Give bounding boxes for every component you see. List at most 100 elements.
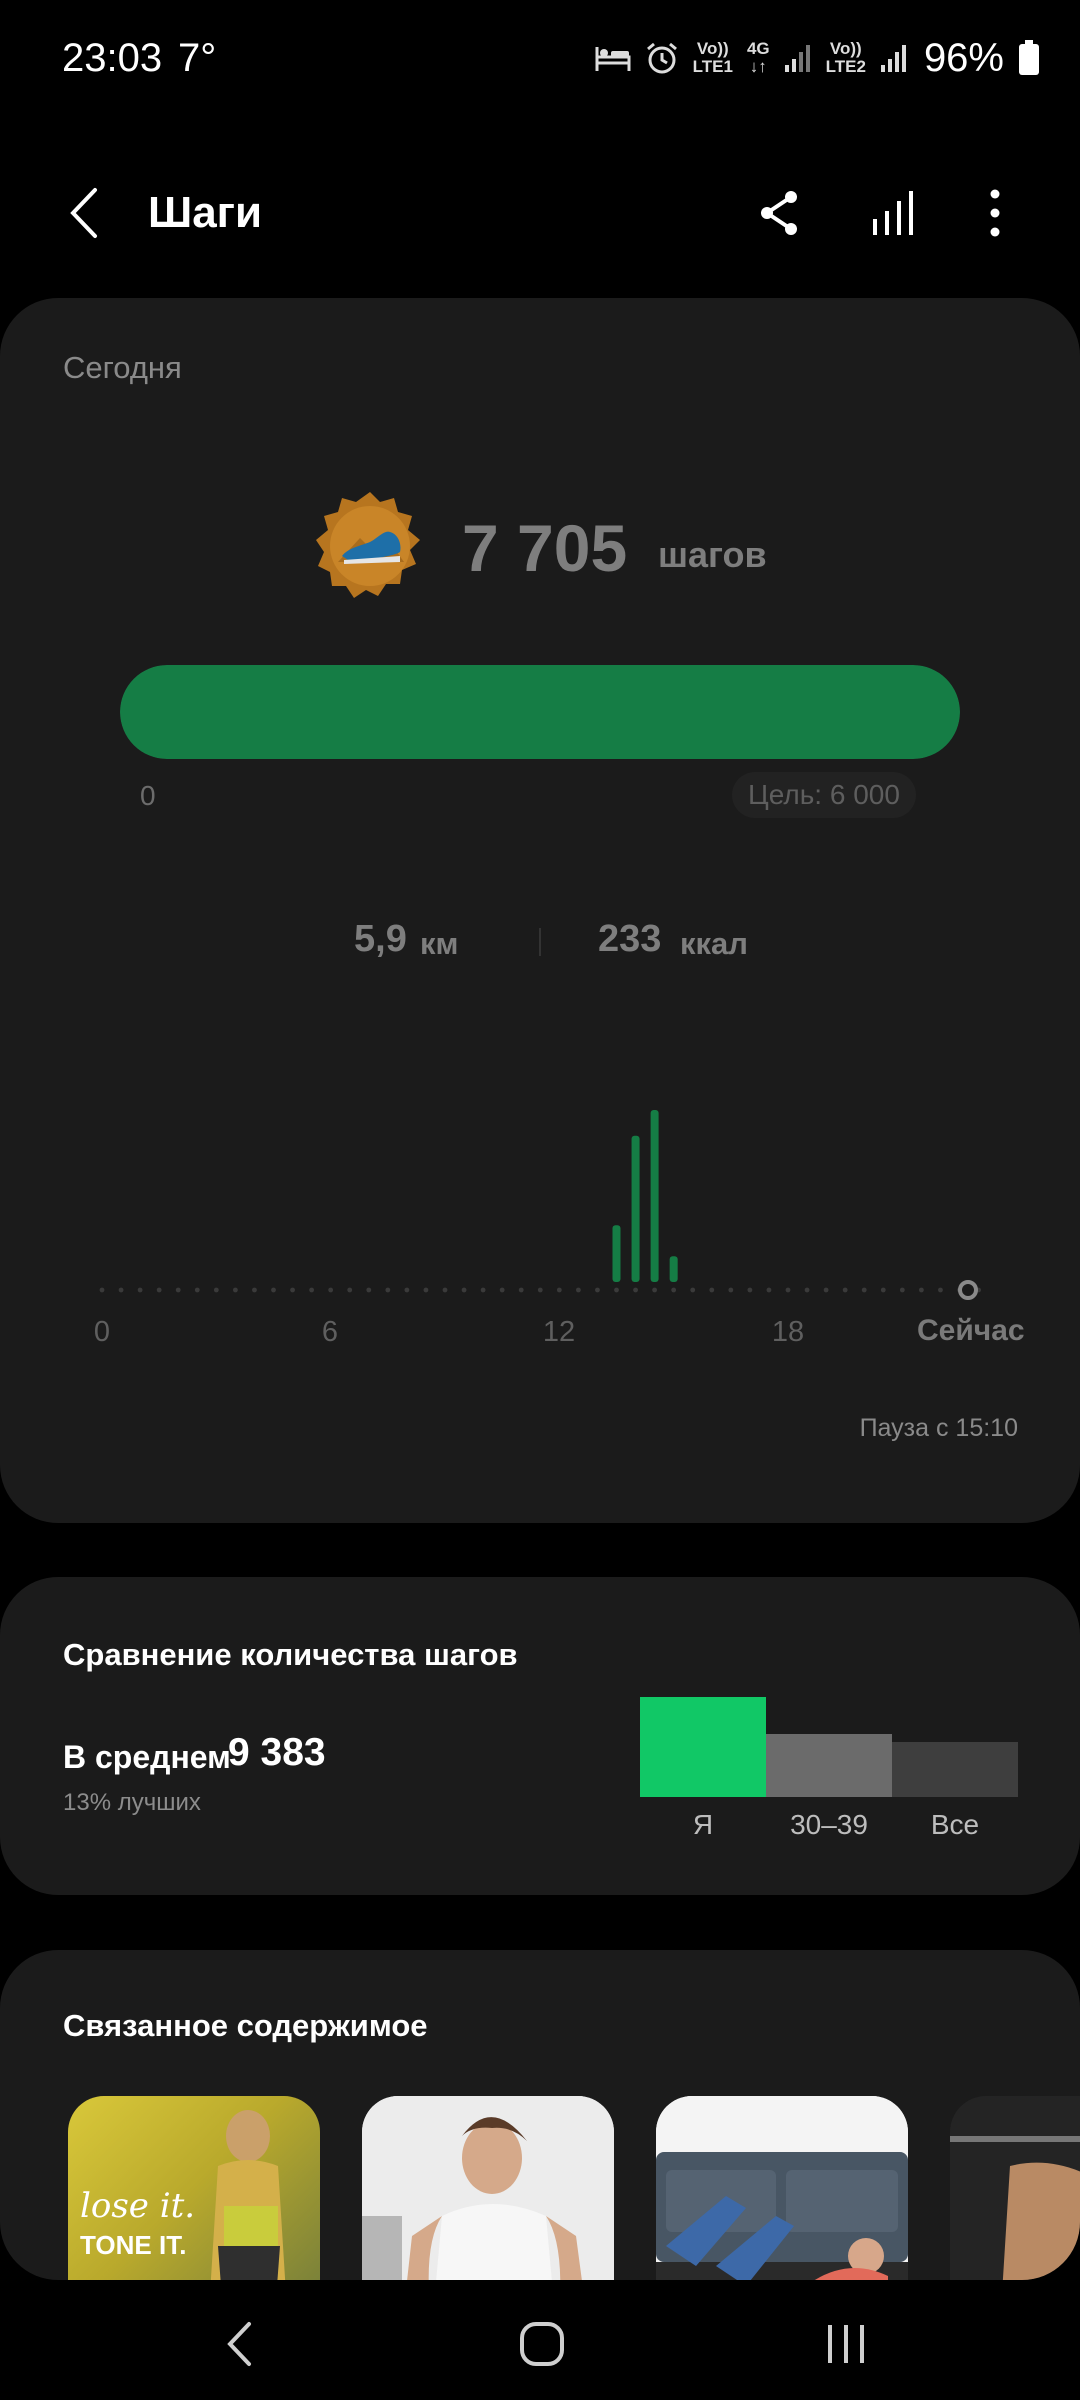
chart-bar <box>612 1225 621 1282</box>
chart-tick-label: 0 <box>93 1316 111 1348</box>
related-thumbnail-3[interactable] <box>656 2096 908 2280</box>
more-vert-icon <box>990 189 1000 237</box>
related-thumbnail-1[interactable]: lose it. TONE IT. <box>68 2096 320 2280</box>
share-button[interactable] <box>744 178 814 248</box>
chart-bar <box>631 1135 640 1282</box>
chart-baseline-dot <box>766 1287 772 1293</box>
chart-baseline-dot <box>690 1287 696 1293</box>
comparison-bar <box>640 1697 766 1797</box>
distance-unit: км <box>420 926 459 961</box>
chart-baseline-dot <box>232 1287 238 1293</box>
chart-baseline-dot <box>556 1287 562 1293</box>
chart-baseline-dot <box>290 1287 295 1293</box>
chart-baseline-dot <box>842 1287 848 1293</box>
chart-baseline-dot <box>252 1287 257 1293</box>
comparison-bar <box>766 1734 892 1797</box>
average-label: В среднем <box>63 1739 231 1775</box>
nav-home-icon <box>520 2322 564 2366</box>
comparison-bars: Я 30–39 Все <box>640 1577 1020 1895</box>
volte-sim2-indicator: Vo)) LTE2 <box>825 39 866 76</box>
back-icon <box>70 188 97 238</box>
chart-baseline-dot <box>918 1287 924 1293</box>
back-button[interactable] <box>50 178 120 248</box>
related-content-card: Связанное содержимое lose it. TONE IT. <box>0 1950 1080 2280</box>
average-value: 9 383 <box>228 1731 326 1774</box>
signal-sim1-icon <box>784 34 812 82</box>
chart-baseline-dot <box>671 1287 677 1293</box>
comparison-title: Сравнение количества шагов <box>63 1637 518 1672</box>
chart-baseline-dot <box>213 1287 219 1293</box>
nav-recents-icon <box>828 2325 864 2363</box>
chart-baseline-dot <box>366 1287 372 1293</box>
calories-value: 233 <box>598 918 662 960</box>
steps-comparison-card[interactable]: Сравнение количества шагов В среднем 9 3… <box>0 1577 1080 1895</box>
chart-baseline-dot <box>271 1287 276 1293</box>
chart-baseline-dot <box>423 1287 429 1293</box>
4g-indicator: 4G ↓↑ <box>746 39 770 76</box>
chart-baseline-dot <box>823 1287 829 1293</box>
workout-photo-4 <box>950 2096 1080 2280</box>
data-arrows-icon: ↓↑ <box>749 57 767 76</box>
distance-value: 5,9 <box>354 918 407 960</box>
today-card[interactable]: Сегодня 7 705 шагов 0 Цель: 6 000 5,9 км… <box>0 298 1080 1523</box>
chart-tick-label: 12 <box>542 1316 576 1348</box>
comparison-bar <box>892 1742 1018 1797</box>
chart-now-marker <box>958 1280 978 1300</box>
chart-baseline-dot <box>194 1287 200 1293</box>
chart-baseline-dot <box>480 1287 486 1293</box>
signal-sim2-icon <box>880 34 908 82</box>
sleep-icon <box>595 34 631 82</box>
share-icon <box>761 191 797 235</box>
nav-back-button[interactable] <box>200 2304 280 2384</box>
chart-baseline-dot <box>709 1287 715 1293</box>
chart-baseline-dot <box>614 1287 619 1293</box>
better-than-label: 13% лучших <box>63 1789 201 1816</box>
chart-baseline-dot <box>938 1287 943 1293</box>
more-options-button[interactable] <box>960 178 1030 248</box>
workout-photo-3 <box>656 2096 908 2280</box>
nav-home-button[interactable] <box>502 2304 582 2384</box>
chart-baseline-dot <box>861 1287 867 1293</box>
progress-min-label: 0 <box>140 780 156 811</box>
related-thumbnail-4[interactable] <box>950 2096 1080 2280</box>
chart-baseline-dot <box>785 1287 791 1293</box>
alarm-icon <box>645 34 679 82</box>
chart-baseline-dot <box>118 1287 124 1293</box>
chart-baseline-dot <box>175 1287 181 1293</box>
steps-badge-icon <box>316 492 420 598</box>
thumbnail-1-text-line1: lose it. <box>80 2186 196 2226</box>
workout-photo-2 <box>362 2096 614 2280</box>
goal-badge[interactable]: Цель: 6 000 <box>732 772 916 818</box>
stats-divider <box>539 928 541 956</box>
chart-baseline-dot <box>633 1287 638 1293</box>
chart-baseline-dot <box>99 1287 105 1293</box>
related-thumbnail-2[interactable] <box>362 2096 614 2280</box>
chart-bar <box>669 1256 678 1282</box>
app-header: Шаги <box>0 160 1080 270</box>
calories-unit: ккал <box>680 926 748 961</box>
chart-baseline-dot <box>595 1287 600 1293</box>
chart-baseline-dot <box>652 1287 658 1293</box>
today-label: Сегодня <box>63 350 182 385</box>
status-icons: Vo)) LTE1 4G ↓↑ Vo)) LTE2 96% <box>595 34 1040 82</box>
chart-tick-label: 18 <box>771 1316 805 1348</box>
chart-baseline-dot <box>347 1287 353 1293</box>
chart-baseline-dot <box>156 1287 162 1293</box>
thumbnail-1-text-line2: TONE IT. <box>80 2230 187 2260</box>
comparison-bar-label: Все <box>930 1809 980 1840</box>
battery-icon <box>1018 34 1040 82</box>
pause-label: Пауза с 15:10 <box>859 1414 1018 1442</box>
page-title: Шаги <box>148 188 263 237</box>
steps-progress-fill <box>120 665 960 759</box>
chart-baseline-dot <box>518 1287 524 1293</box>
nav-back-icon <box>227 2322 251 2366</box>
chart-baseline-dot <box>575 1287 581 1293</box>
trends-button[interactable] <box>858 178 928 248</box>
nav-recents-button[interactable] <box>806 2304 886 2384</box>
comparison-bar-label: Я <box>692 1809 714 1840</box>
status-bar: 23:03 7° Vo)) LTE1 4G ↓↑ Vo)) LTE2 96% <box>0 0 1080 120</box>
chart-baseline-dot <box>537 1287 543 1293</box>
chart-baseline-dot <box>461 1287 467 1293</box>
system-nav-bar <box>0 2280 1080 2400</box>
chart-baseline-dot <box>880 1287 886 1293</box>
